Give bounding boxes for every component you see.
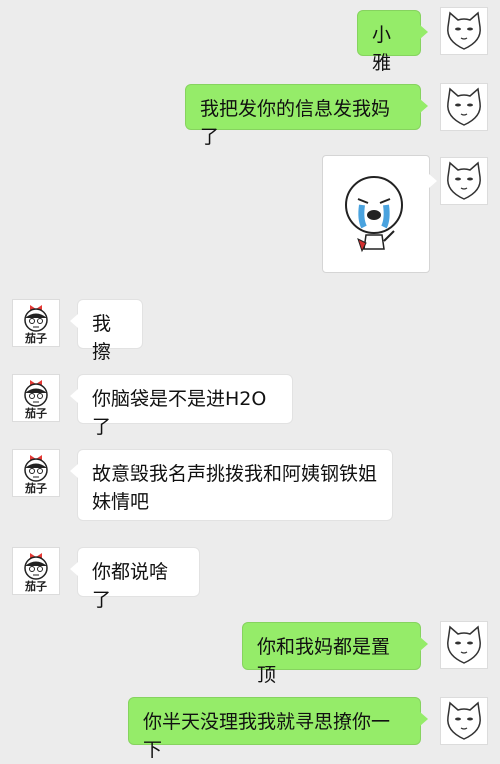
message-text: 故意毁我名声挑拨我和阿姨钢铁姐妹情吧 — [92, 463, 378, 513]
message-text: 小雅 — [372, 24, 392, 74]
message-bubble-received[interactable]: 我擦 — [70, 299, 143, 363]
friend-avatar[interactable]: 茄子 — [12, 449, 60, 497]
avatar-label: 茄子 — [25, 332, 47, 345]
message-text: 你半天没理我我就寻思撩你一下 — [143, 711, 391, 761]
message-bubble-received[interactable]: 故意毁我名声挑拨我和阿姨钢铁姐妹情吧 — [70, 449, 393, 521]
crying-face-sticker — [345, 176, 403, 253]
my-avatar[interactable] — [440, 697, 488, 745]
friend-avatar[interactable]: 茄子 — [12, 374, 60, 422]
message-text: 我把发你的信息发我妈了 — [200, 98, 391, 148]
my-avatar[interactable] — [440, 621, 488, 669]
friend-avatar[interactable]: 茄子 — [12, 299, 60, 347]
cat-face-avatar-icon — [447, 625, 481, 664]
my-avatar[interactable] — [440, 7, 488, 55]
message-bubble-sent[interactable]: 我把发你的信息发我妈了 — [185, 84, 428, 148]
avatar-label: 茄子 — [25, 482, 47, 495]
message-text: 你都说啥了 — [92, 561, 169, 611]
message-bubble-sent[interactable]: 你和我妈都是置顶 — [242, 622, 428, 686]
message-text: 你和我妈都是置顶 — [257, 636, 391, 686]
avatar-label: 茄子 — [25, 407, 47, 420]
my-avatar[interactable] — [440, 157, 488, 205]
message-bubble-received[interactable]: 你脑袋是不是进H2O了 — [70, 374, 293, 438]
friend-avatar[interactable]: 茄子 — [12, 547, 60, 595]
message-bubble-sent[interactable]: 你半天没理我我就寻思撩你一下 — [128, 697, 428, 761]
cat-face-avatar-icon — [447, 87, 481, 126]
cat-face-avatar-icon — [447, 11, 481, 50]
avatar-label: 茄子 — [25, 580, 47, 593]
girl-with-bow-avatar-icon — [24, 305, 48, 332]
message-bubble-received[interactable]: 你都说啥了 — [70, 547, 200, 611]
sticker-message[interactable] — [322, 155, 437, 273]
girl-with-bow-avatar-icon — [24, 380, 48, 407]
message-text: 我擦 — [92, 313, 112, 363]
cat-face-avatar-icon — [447, 161, 481, 200]
girl-with-bow-avatar-icon — [24, 455, 48, 482]
my-avatar[interactable] — [440, 83, 488, 131]
message-bubble-sent[interactable]: 小雅 — [357, 10, 428, 74]
message-text: 你脑袋是不是进H2O了 — [92, 388, 267, 438]
girl-with-bow-avatar-icon — [24, 553, 48, 580]
cat-face-avatar-icon — [447, 701, 481, 740]
